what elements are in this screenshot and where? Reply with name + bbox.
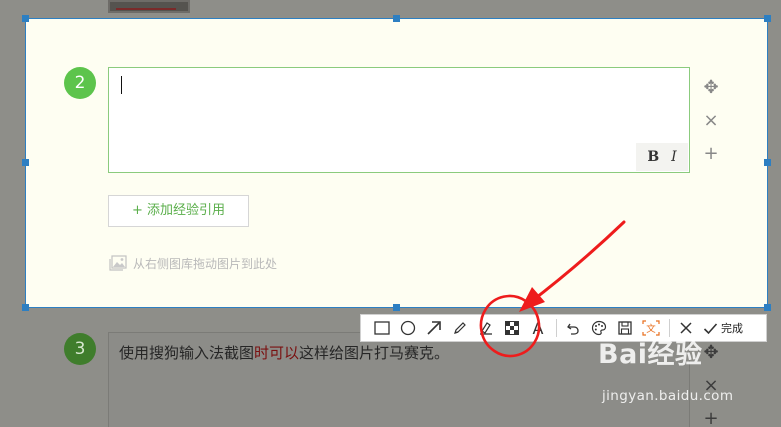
watermark-logo: Bai经验 [598, 339, 703, 370]
image-icon [109, 255, 127, 271]
add-icon[interactable]: + [700, 143, 722, 165]
rectangle-icon[interactable] [371, 317, 393, 339]
move-icon[interactable]: ✥ [700, 77, 722, 99]
toolbar-divider [556, 319, 557, 337]
step-number-badge: 2 [64, 67, 96, 99]
arrow-icon[interactable] [423, 317, 445, 339]
pen-icon[interactable] [449, 317, 471, 339]
resize-handle-bottom[interactable] [393, 304, 400, 311]
resize-handle-bottom-left[interactable] [22, 304, 29, 311]
resize-handle-bottom-right[interactable] [764, 304, 771, 311]
step-number-badge: 3 [64, 333, 96, 365]
mosaic-icon[interactable] [501, 317, 523, 339]
watermark-url: jingyan.baidu.com [602, 388, 734, 404]
italic-button[interactable]: I [671, 149, 677, 165]
ellipse-icon[interactable] [397, 317, 419, 339]
highlighter-icon[interactable] [475, 317, 497, 339]
bold-button[interactable]: B [647, 149, 659, 165]
resize-handle-right[interactable] [764, 159, 771, 166]
previous-step-image-thumbnail [108, 0, 190, 13]
baidu-watermark: Bai经验 jingyan.baidu.com [598, 332, 748, 412]
resize-handle-left[interactable] [22, 159, 29, 166]
delete-icon[interactable]: × [700, 110, 722, 132]
resize-handle-top-left[interactable] [22, 15, 29, 22]
highlighted-text: 时可以 [254, 344, 300, 362]
undo-icon[interactable] [562, 317, 584, 339]
image-drop-hint: 从右侧图库拖动图片到此处 [108, 254, 277, 272]
resize-handle-top[interactable] [393, 15, 400, 22]
text-icon[interactable]: A [527, 317, 549, 339]
text-caret [121, 76, 122, 94]
add-experience-reference-button[interactable]: + 添加经验引用 [108, 195, 249, 227]
drag-hint-text: 从右侧图库拖动图片到此处 [133, 256, 278, 271]
format-toolbar: B I [636, 143, 688, 171]
resize-handle-top-right[interactable] [764, 15, 771, 22]
step-2-editor[interactable]: B I [108, 67, 690, 173]
step-3-text: 使用搜狗输入法截图时可以这样给图片打马赛克。 [119, 344, 450, 362]
